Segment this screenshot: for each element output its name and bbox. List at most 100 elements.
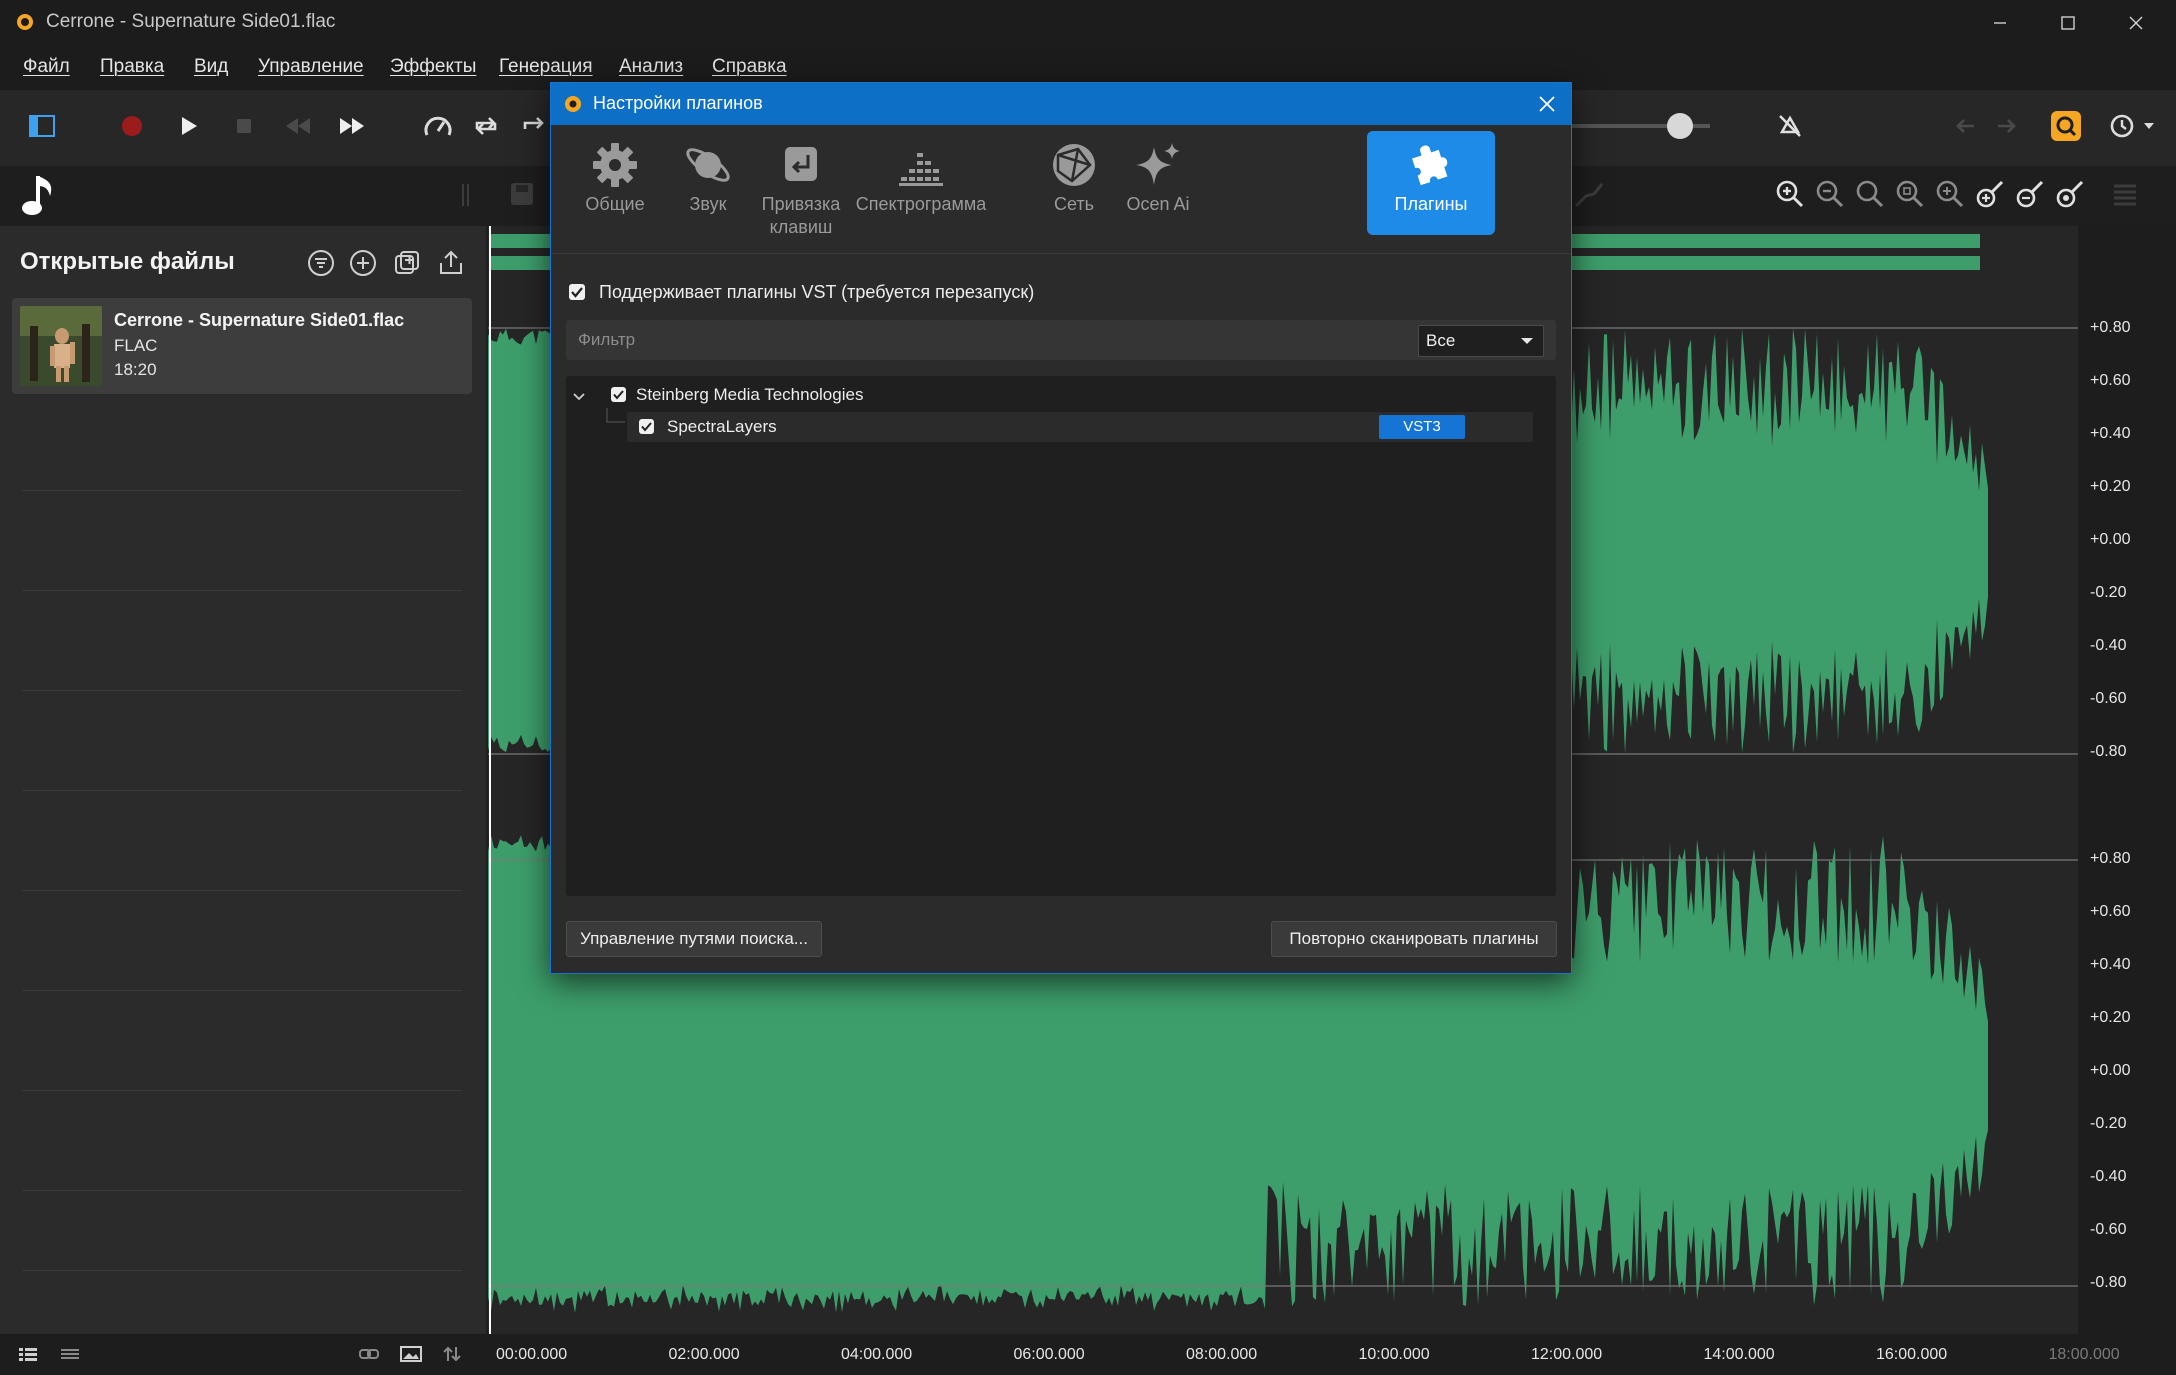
vendor-name: Steinberg Media Technologies	[636, 385, 864, 404]
record-icon[interactable]	[110, 104, 154, 148]
rescan-plugins-button[interactable]: Повторно сканировать плагины	[1271, 921, 1557, 957]
zoom-in-icon[interactable]	[1774, 178, 1806, 215]
sidebar-toggle-icon[interactable]	[20, 104, 64, 148]
spectrogram-icon	[841, 139, 1001, 191]
timeline-label: 04:00.000	[841, 1346, 913, 1363]
music-note-icon	[18, 170, 60, 225]
timeline-label: 06:00.000	[1013, 1346, 1085, 1363]
loop-icon[interactable]	[464, 104, 508, 148]
amplitude-reset-icon[interactable]	[2054, 178, 2086, 215]
timeline-label: 10:00.000	[1358, 1346, 1430, 1363]
menu-generate[interactable]: Генерация	[499, 56, 593, 78]
plugin-tree: Steinberg Media Technologies SpectraLaye…	[566, 376, 1556, 896]
plugin-format-badge: VST3	[1379, 415, 1465, 439]
list-divider	[22, 1090, 462, 1091]
album-art-thumbnail	[20, 306, 102, 386]
tree-row-vendor[interactable]: Steinberg Media Technologies	[566, 380, 1556, 410]
amplitude-zoom-out-icon[interactable]	[2014, 178, 2046, 215]
fast-forward-icon[interactable]	[330, 104, 374, 148]
compact-view-icon[interactable]	[60, 1346, 80, 1367]
minimize-button[interactable]	[1970, 6, 2030, 40]
zoom-fit-icon[interactable]	[1854, 178, 1886, 215]
add-file-icon[interactable]	[346, 246, 380, 280]
close-window-button[interactable]	[2106, 6, 2166, 40]
vst-support-checkbox[interactable]	[569, 284, 585, 300]
sort-icon[interactable]	[442, 1345, 462, 1368]
dialog-title: Настройки плагинов	[593, 93, 763, 113]
tab-plugins[interactable]: Плагины	[1367, 131, 1495, 235]
settings-tabs: Общие Звук Привязка клавиш Спектрограмма…	[551, 125, 1571, 254]
amplitude-label: -0.20	[2090, 1115, 2127, 1132]
list-divider	[22, 590, 462, 591]
amplitude-label: +0.20	[2090, 1009, 2131, 1026]
menu-effects[interactable]: Эффекты	[390, 56, 476, 78]
maximize-button[interactable]	[2038, 6, 2098, 40]
amplitude-label: -0.60	[2090, 1221, 2127, 1238]
stop-icon[interactable]	[222, 104, 266, 148]
list-divider	[22, 690, 462, 691]
timeline-label: 08:00.000	[1186, 1346, 1258, 1363]
plugin-checkbox[interactable]	[639, 419, 654, 434]
open-files-heading: Открытые файлы	[20, 248, 235, 275]
vendor-checkbox[interactable]	[611, 387, 626, 402]
menu-view[interactable]: Вид	[194, 56, 228, 78]
timeline-label: 18:00.000	[2048, 1346, 2120, 1363]
plugin-type-value: Все	[1426, 331, 1456, 350]
amplitude-label: +0.00	[2090, 1062, 2131, 1079]
envelope-tool-icon[interactable]	[1572, 180, 1606, 215]
zoom-selection-icon[interactable]	[1894, 178, 1926, 215]
list-divider	[22, 990, 462, 991]
duplicate-icon[interactable]	[390, 246, 424, 280]
dialog-close-button[interactable]	[1531, 89, 1563, 119]
undo-icon[interactable]	[1944, 104, 1988, 148]
plugin-type-select[interactable]: Все	[1418, 325, 1544, 357]
redo-icon[interactable]	[1984, 104, 2028, 148]
amplitude-label: -0.20	[2090, 584, 2127, 601]
save-icon[interactable]	[508, 180, 536, 213]
auto-scroll-icon[interactable]	[1768, 104, 1812, 148]
open-files-panel: Открытые файлы Cerrone - Supernature Sid…	[0, 226, 486, 1334]
filter-input[interactable]	[566, 320, 1190, 360]
amplitude-label: +0.20	[2090, 478, 2131, 495]
menu-analysis[interactable]: Анализ	[619, 56, 683, 78]
speed-icon[interactable]	[416, 104, 460, 148]
chevron-down-icon[interactable]	[572, 389, 586, 407]
amplitude-label: +0.80	[2090, 319, 2131, 336]
image-icon[interactable]	[400, 1345, 422, 1368]
filter-icon[interactable]	[304, 246, 338, 280]
link-icon[interactable]	[358, 1345, 380, 1368]
timeline-label: 02:00.000	[668, 1346, 740, 1363]
file-format: FLAC	[114, 336, 158, 355]
amplitude-label: +0.60	[2090, 372, 2131, 389]
menu-file[interactable]: Файл	[23, 56, 70, 78]
list-view-icon[interactable]	[18, 1346, 38, 1367]
tracks-list-icon[interactable]	[2110, 180, 2140, 213]
tab-ocen-ai[interactable]: Ocen Ai	[1094, 131, 1222, 235]
menu-edit[interactable]: Правка	[100, 56, 164, 78]
amplitude-zoom-in-icon[interactable]	[1974, 178, 2006, 215]
tree-row-plugin[interactable]: SpectraLayers VST3	[606, 408, 1533, 442]
file-duration: 18:20	[114, 360, 157, 379]
timeline-label: 12:00.000	[1531, 1346, 1603, 1363]
export-icon[interactable]	[434, 246, 468, 280]
menu-control[interactable]: Управление	[258, 56, 364, 78]
list-divider	[22, 890, 462, 891]
rewind-icon[interactable]	[276, 104, 320, 148]
amplitude-label: -0.60	[2090, 690, 2127, 707]
search-icon[interactable]	[2044, 104, 2088, 148]
manage-search-paths-button[interactable]: Управление путями поиска...	[566, 921, 822, 957]
amplitude-label: +0.60	[2090, 903, 2131, 920]
play-icon[interactable]	[166, 104, 210, 148]
zoom-vertical-in-icon[interactable]	[1934, 178, 1966, 215]
list-divider	[22, 1190, 462, 1191]
tab-spectrogram[interactable]: Спектрограмма	[841, 131, 1001, 235]
list-divider	[22, 490, 462, 491]
history-icon[interactable]	[2104, 104, 2162, 148]
zoom-out-icon[interactable]	[1814, 178, 1846, 215]
puzzle-icon	[1367, 139, 1495, 191]
open-file-item[interactable]: Cerrone - Supernature Side01.flac FLAC 1…	[12, 298, 472, 394]
dialog-title-bar: Настройки плагинов	[551, 83, 1571, 125]
menu-help[interactable]: Справка	[712, 56, 787, 78]
amplitude-ruler: +0.80 +0.60 +0.40 +0.20 +0.00 -0.20 -0.40 -0.60…	[2078, 226, 2176, 1334]
volume-slider[interactable]	[1560, 104, 1730, 148]
